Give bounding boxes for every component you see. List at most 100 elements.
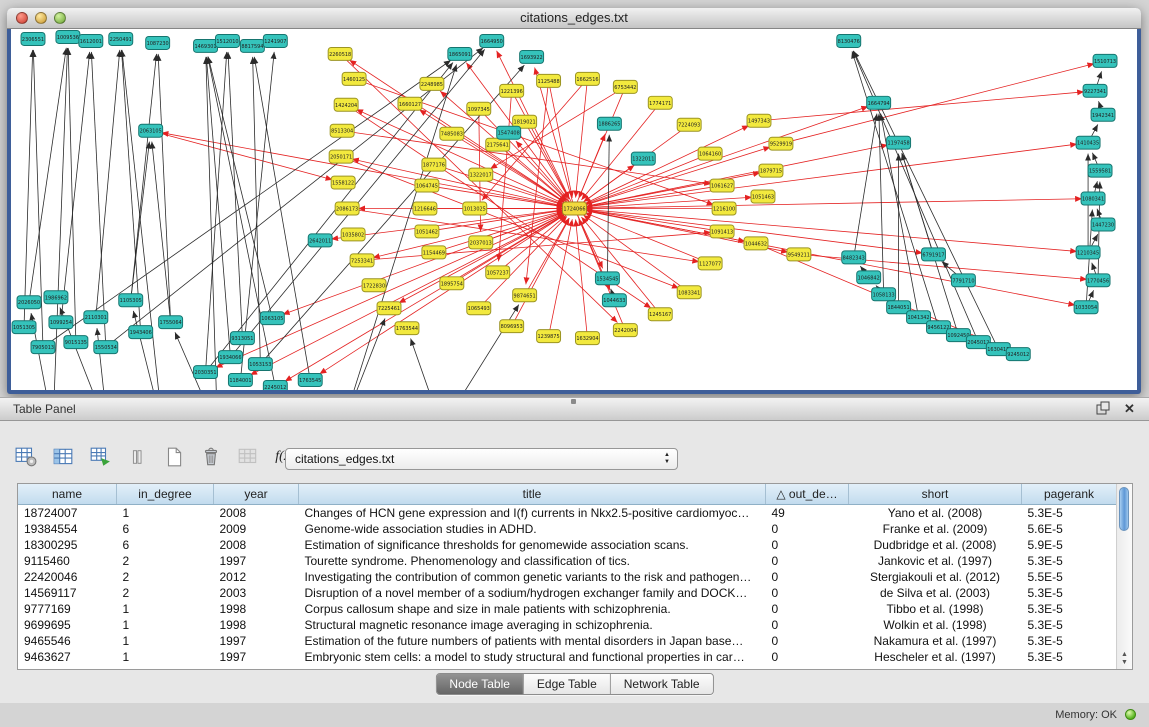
graph-edge[interactable] [106,48,483,347]
graph-node[interactable]: 1053153 [248,358,272,371]
graph-node[interactable]: 1044632 [744,237,768,250]
tab-node-table[interactable]: Node Table [436,674,523,694]
disabled-table-button[interactable] [234,443,262,471]
graph-node[interactable]: 1547408 [497,126,521,139]
graph-edge[interactable] [158,54,170,322]
close-window-button[interactable] [16,12,28,24]
graph-node[interactable]: 1239875 [537,330,561,343]
graph-node[interactable]: 6791917 [922,248,946,261]
graph-node[interactable]: 1865091 [448,47,472,60]
graph-edge[interactable] [97,328,108,390]
graph-edge[interactable] [131,54,157,300]
graph-node[interactable]: 2175641 [486,138,510,151]
graph-node[interactable]: 1245167 [648,308,672,321]
table-source-select[interactable]: citations_edges.txt ▲▼ [285,448,678,470]
graph-node[interactable]: 9549211 [787,248,811,261]
minimize-window-button[interactable] [35,12,47,24]
graph-node[interactable]: 1154469 [422,246,446,259]
graph-node[interactable]: 2086173 [335,202,359,215]
graph-edge[interactable] [576,79,588,198]
graph-node[interactable]: 8513304 [330,124,354,137]
graph-edge[interactable] [61,52,90,322]
graph-node[interactable]: 2037013 [469,236,493,249]
table-row[interactable]: 2242004622012Investigating the contribut… [18,569,1117,585]
network-view[interactable]: 1724066112548812213961097345748508318771… [11,29,1137,390]
graph-node[interactable]: 1064160 [698,147,722,160]
graph-node[interactable]: 1497343 [747,114,771,127]
graph-node[interactable]: 8130476 [837,34,861,47]
graph-node[interactable]: 2642011 [308,234,332,247]
table-row[interactable]: 1938455462009Genome-wide association stu… [18,521,1117,537]
graph-node[interactable]: 1693922 [520,50,544,63]
graph-node[interactable]: 2026050 [17,296,41,309]
graph-node[interactable]: 1410435 [1076,136,1100,149]
graph-node[interactable]: 1660127 [398,97,422,110]
panel-resize-handle[interactable] [571,399,576,404]
graph-edge[interactable] [759,92,1084,121]
graph-edge[interactable] [175,332,217,390]
graph-node[interactable]: 1934066 [218,351,242,364]
graph-node[interactable]: 1091413 [710,225,734,238]
column-header-in_degree[interactable]: in_degree [117,484,214,505]
graph-node[interactable]: 1664794 [867,96,891,109]
graph-edge[interactable] [512,91,570,199]
graph-edge[interactable] [356,109,574,208]
graph-edge[interactable] [91,52,105,347]
graph-edge[interactable] [854,51,999,349]
graph-node[interactable]: 1664950 [480,34,504,47]
graph-node[interactable]: 2260518 [328,47,352,60]
graph-node[interactable]: 1322017 [469,168,493,181]
graph-node[interactable]: 1013025 [463,202,487,215]
graph-node[interactable]: 1724066 [563,202,587,215]
graph-node[interactable]: 1763545 [298,374,322,387]
graph-node[interactable]: 2248985 [420,77,444,90]
graph-edge[interactable] [254,57,310,380]
graph-node[interactable]: 1064745 [415,179,439,192]
graph-node[interactable]: 6753442 [613,80,637,93]
graph-node[interactable]: 1061627 [710,179,734,192]
float-panel-icon[interactable] [1095,401,1110,416]
graph-node[interactable]: 1063105 [260,312,284,325]
graph-node[interactable]: 7225461 [377,302,401,315]
graph-edge[interactable] [574,209,1077,252]
graph-node[interactable]: 1770456 [1086,274,1110,287]
table-row[interactable]: 946554611997Estimation of the future num… [18,633,1117,649]
graph-node[interactable]: 9874651 [513,289,537,302]
table-row[interactable]: 1456911722003Disruption of a novel membe… [18,585,1117,601]
scrollbar-arrows-icon[interactable]: ▲▼ [1117,651,1132,667]
graph-edge[interactable] [574,125,749,208]
graph-node[interactable]: 9015135 [64,336,88,349]
import-table-button[interactable] [86,443,114,471]
graph-node[interactable]: 2245012 [263,381,287,390]
graph-node[interactable]: 8096953 [500,320,524,333]
graph-node[interactable]: 1097345 [467,102,491,115]
graph-node[interactable]: 1986962 [44,291,68,304]
graph-edge[interactable] [206,52,227,372]
zoom-window-button[interactable] [54,12,66,24]
table-row[interactable]: 946362711997Embryonic stem cells: a mode… [18,649,1117,665]
table-row[interactable]: 969969511998Structural magnetic resonanc… [18,617,1117,633]
column-header-short[interactable]: short [849,484,1022,505]
graph-node[interactable]: 1127077 [698,257,722,270]
graph-node[interactable]: 1033054 [1074,301,1098,314]
graph-node[interactable]: 7253341 [350,254,374,267]
graph-node[interactable]: 1632904 [575,332,599,345]
close-panel-icon[interactable]: ✕ [1122,401,1137,416]
graph-node[interactable]: 1057237 [486,266,510,279]
table-settings-button[interactable] [12,443,40,471]
graph-node[interactable]: 1197458 [887,136,911,149]
column-header-name[interactable]: name [18,484,117,505]
graph-edge[interactable] [373,209,575,258]
graph-node[interactable]: 1322011 [631,152,655,165]
graph-node[interactable]: 1879715 [759,164,783,177]
graph-node[interactable]: 1774171 [648,96,672,109]
network-canvas[interactable]: 1724066112548812213961097345748508318771… [11,29,1137,390]
graph-node[interactable]: 1722830 [362,279,386,292]
rows-button[interactable] [123,443,151,471]
graph-node[interactable]: 7905013 [31,341,55,354]
graph-node[interactable]: 1895754 [440,277,464,290]
graph-node[interactable]: 1051462 [415,225,439,238]
graph-node[interactable]: 1184001 [228,374,252,387]
graph-node[interactable]: 1460125 [342,72,366,85]
tab-edge-table[interactable]: Edge Table [523,674,610,694]
